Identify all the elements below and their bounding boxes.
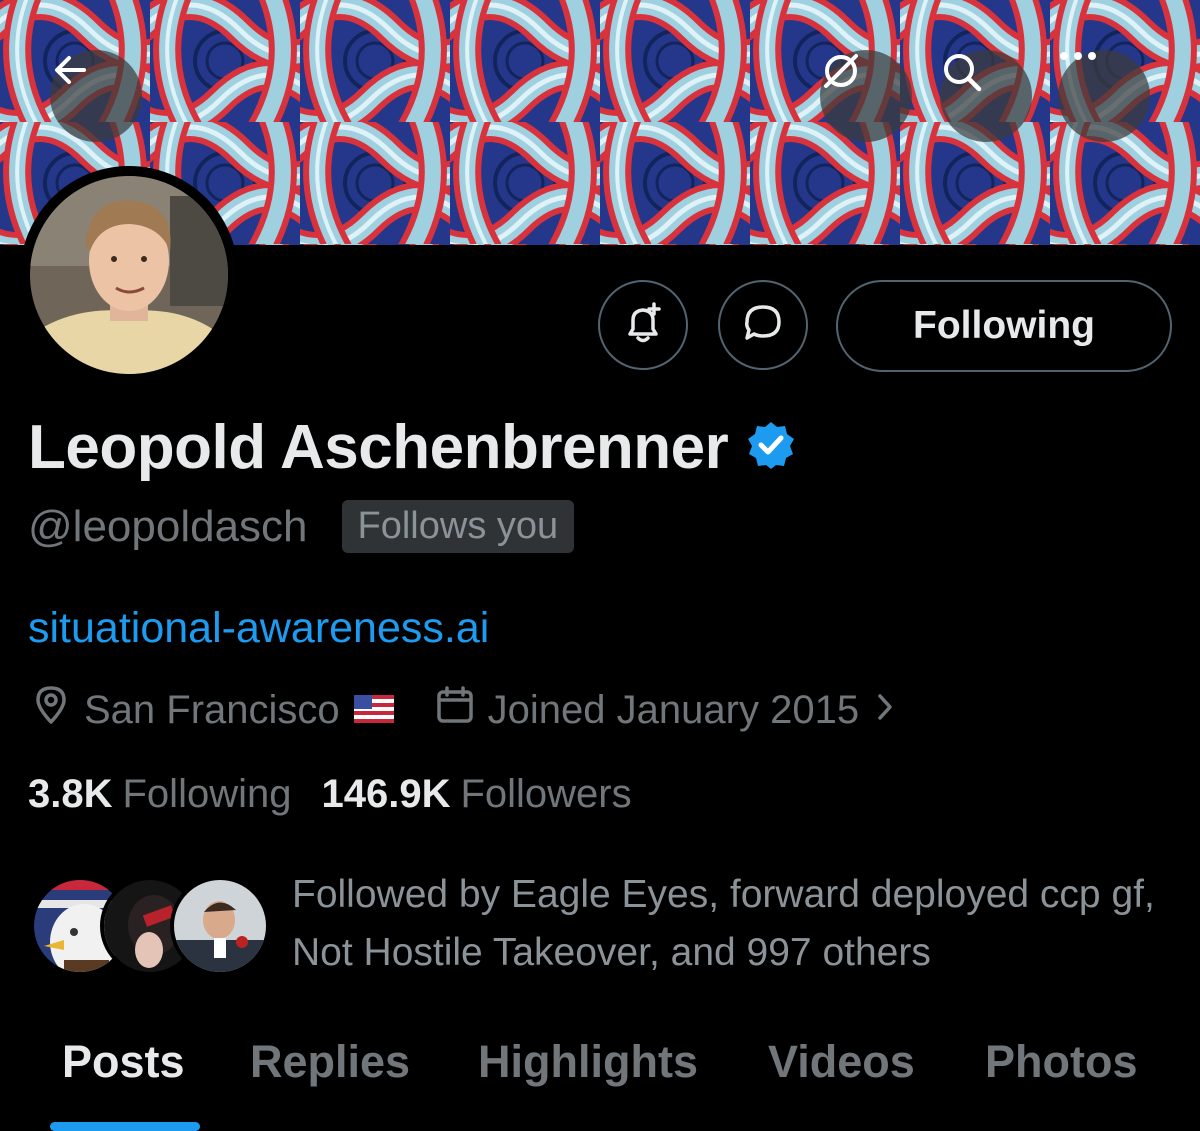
avatar-photo [30,176,228,374]
location: San Francisco [30,684,394,736]
more-button[interactable] [1058,50,1150,142]
active-tab-indicator [50,1122,200,1131]
followers-count-link[interactable]: 146.9K Followers [321,772,631,817]
tab-videos[interactable]: Videos [768,1036,915,1088]
following-count-link[interactable]: 3.8K Following [28,772,291,817]
following-label: Following [122,772,292,816]
tab-highlights[interactable]: Highlights [478,1036,698,1088]
followed-by-text[interactable]: Followed by Eagle Eyes, forward deployed… [292,866,1182,982]
tab-photos[interactable]: Photos [985,1036,1138,1088]
chat-bubble-icon [740,300,786,351]
profile-avatar[interactable] [20,166,238,384]
followed-by-avatars[interactable] [30,876,270,976]
location-text: San Francisco [84,687,340,732]
display-name: Leopold Aschenbrenner [28,413,729,482]
profile-link[interactable]: situational-awareness.ai [28,604,489,653]
search-button[interactable] [940,50,1032,142]
followers-count: 146.9K [321,772,451,816]
follows-you-badge: Follows you [341,500,575,553]
joined-text: Joined January 2015 [487,687,860,732]
message-button[interactable] [718,280,808,370]
back-button[interactable] [50,50,142,142]
location-pin-icon [30,684,72,736]
notifications-button[interactable] [598,280,688,370]
tab-posts[interactable]: Posts [62,1036,185,1088]
chevron-right-icon [875,688,895,733]
tab-replies[interactable]: Replies [250,1036,410,1088]
following-button[interactable]: Following [836,280,1172,372]
follower-avatar [170,876,270,976]
followers-label: Followers [460,772,632,816]
following-count: 3.8K [28,772,113,816]
profile-tabs: Posts Replies Highlights Videos Photos [0,1036,1200,1131]
us-flag-icon [353,688,394,733]
verified-badge-icon[interactable] [746,420,796,475]
calendar-icon [434,684,476,736]
grok-button[interactable] [820,50,912,142]
handle: @leopoldasch [28,501,308,551]
bell-plus-icon [620,300,666,351]
joined-date[interactable]: Joined January 2015 [434,684,895,736]
